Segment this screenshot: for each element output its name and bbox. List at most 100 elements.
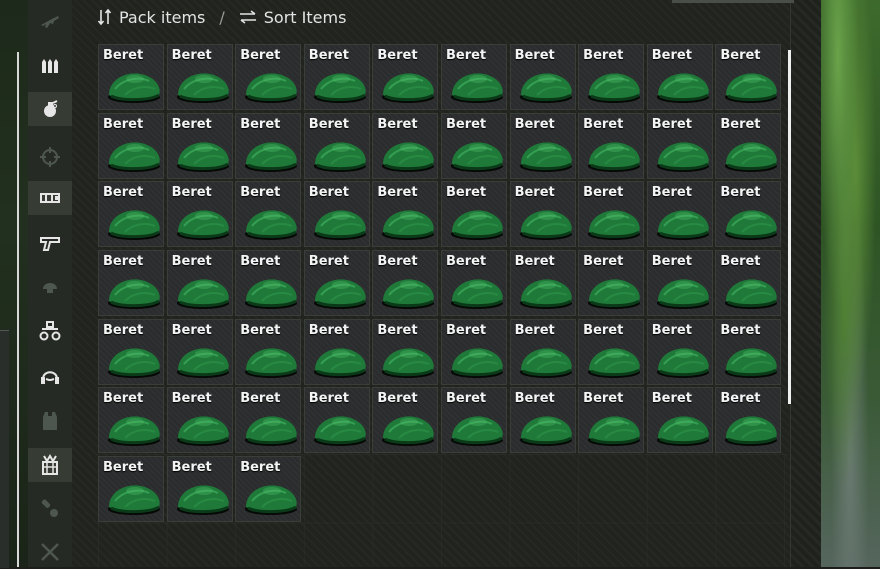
inventory-item-slot[interactable]: Beret (98, 318, 164, 385)
inventory-item-slot[interactable]: Beret (715, 318, 782, 385)
scrollbar[interactable] (788, 50, 791, 404)
item-name-label: Beret (377, 48, 418, 63)
category-scope-button[interactable] (28, 140, 72, 174)
item-name-label: Beret (514, 254, 555, 270)
inventory-item-slot[interactable]: Beret (166, 181, 233, 248)
inventory-item-slot[interactable]: Beret (646, 181, 713, 248)
category-vest-button[interactable] (28, 404, 72, 438)
inventory-item-slot[interactable]: Beret (303, 112, 370, 179)
category-ammo-button[interactable] (28, 48, 72, 82)
inventory-item-slot[interactable]: Beret (303, 44, 370, 110)
inventory-item-slot[interactable]: Beret (372, 44, 439, 110)
inventory-item-slot[interactable]: Beret (372, 181, 439, 248)
inventory-item-slot[interactable]: Beret (235, 44, 302, 110)
category-medical-button[interactable] (28, 492, 72, 526)
item-name-label: Beret (651, 185, 692, 201)
inventory-item-slot[interactable]: Beret (235, 181, 302, 248)
inventory-item-slot[interactable]: Beret (578, 44, 645, 110)
item-name-label: Beret (103, 185, 144, 201)
inventory-item-slot[interactable]: Beret (646, 318, 713, 385)
sort-items-button[interactable]: Sort Items (239, 8, 346, 27)
item-name-label: Beret (308, 48, 349, 63)
inventory-item-slot[interactable]: Beret (440, 387, 507, 454)
category-pistol-button[interactable] (28, 226, 72, 260)
category-backpack-button[interactable] (28, 448, 72, 482)
inventory-item-slot[interactable]: Beret (372, 250, 439, 317)
category-tools-button[interactable] (28, 535, 72, 569)
inventory-item-slot[interactable]: Beret (303, 318, 370, 385)
inventory-item-slot[interactable]: Beret (303, 387, 370, 454)
inventory-item-slot[interactable]: Beret (98, 456, 164, 523)
inventory-item-slot[interactable]: Beret (235, 318, 302, 385)
inventory-item-slot[interactable]: Beret (509, 44, 576, 110)
inventory-item-slot[interactable]: Beret (98, 181, 164, 248)
inventory-item-slot[interactable]: Beret (440, 44, 507, 110)
inventory-item-slot[interactable]: Beret (646, 112, 713, 179)
pack-items-button[interactable]: Pack items (98, 8, 205, 27)
inventory-item-slot[interactable]: Beret (715, 250, 782, 317)
item-name-label: Beret (720, 322, 761, 338)
inventory-item-slot[interactable]: Beret (235, 387, 302, 454)
inventory-item-slot[interactable]: Beret (509, 112, 576, 179)
inventory-item-slot[interactable]: Beret (509, 250, 576, 317)
inventory-item-slot[interactable]: Beret (578, 181, 645, 248)
inventory-item-slot[interactable]: Beret (646, 250, 713, 317)
category-night-vision-button[interactable] (28, 314, 72, 348)
item-name-label: Beret (240, 322, 281, 338)
inventory-item-slot[interactable]: Beret (646, 387, 713, 454)
inventory-item-slot[interactable]: Beret (303, 250, 370, 317)
inventory-item-slot[interactable]: Beret (440, 318, 507, 385)
inventory-item-slot[interactable]: Beret (166, 250, 233, 317)
inventory-item-slot[interactable]: Beret (166, 44, 233, 110)
item-name-label: Beret (720, 391, 761, 407)
inventory-item-slot[interactable]: Beret (98, 387, 164, 454)
inventory-item-slot[interactable]: Beret (715, 112, 782, 179)
inventory-item-slot[interactable]: Beret (98, 112, 164, 179)
item-name-label: Beret (377, 254, 418, 270)
inventory-item-slot[interactable]: Beret (166, 387, 233, 454)
inventory-item-slot[interactable]: Beret (440, 181, 507, 248)
inventory-item-slot[interactable]: Beret (372, 318, 439, 385)
inventory-item-slot[interactable]: Beret (303, 181, 370, 248)
inventory-item-slot[interactable]: Beret (166, 112, 233, 179)
inventory-item-slot[interactable]: Beret (509, 387, 576, 454)
inventory-item-slot[interactable]: Beret (578, 318, 645, 385)
helmet-icon (38, 273, 62, 297)
item-name-label: Beret (445, 322, 487, 338)
inventory-item-slot[interactable]: Beret (166, 318, 233, 385)
inventory-item-slot[interactable]: Beret (578, 112, 645, 179)
item-name-label: Beret (308, 254, 349, 270)
category-magazine-button[interactable] (28, 181, 72, 215)
inventory-item-slot[interactable]: Beret (235, 250, 302, 317)
inventory-item-slot[interactable]: Beret (578, 387, 645, 454)
category-headset-button[interactable] (28, 360, 72, 394)
category-rifle-button[interactable] (28, 5, 72, 39)
inventory-item-slot[interactable]: Beret (509, 181, 576, 248)
inventory-item-slot[interactable]: Beret (715, 181, 782, 248)
inventory-item-slot[interactable]: Beret (509, 318, 576, 385)
inventory-item-slot[interactable]: Beret (715, 44, 782, 110)
inventory-item-slot[interactable]: Beret (372, 112, 439, 179)
inventory-item-slot[interactable]: Beret (98, 44, 164, 110)
category-grenade-button[interactable] (28, 92, 72, 126)
inventory-item-slot[interactable]: Beret (235, 112, 302, 179)
item-name-label: Beret (514, 185, 555, 201)
item-name-label: Beret (651, 48, 692, 63)
tools-icon (38, 540, 62, 564)
inventory-item-slot[interactable]: Beret (98, 250, 164, 317)
item-name-label: Beret (720, 116, 761, 132)
item-name-label: Beret (514, 116, 555, 132)
ammo-icon (38, 53, 62, 77)
inventory-item-slot[interactable]: Beret (715, 387, 782, 454)
inventory-item-slot[interactable]: Beret (440, 112, 507, 179)
item-name-label: Beret (240, 254, 281, 270)
category-sidebar (28, 0, 72, 567)
sort-icon (239, 10, 256, 24)
inventory-item-slot[interactable]: Beret (440, 250, 507, 317)
inventory-item-slot[interactable]: Beret (372, 387, 439, 454)
category-helmet-button[interactable] (28, 268, 72, 302)
inventory-item-slot[interactable]: Beret (578, 250, 645, 317)
inventory-item-slot[interactable]: Beret (166, 456, 233, 523)
inventory-item-slot[interactable]: Beret (235, 456, 302, 523)
inventory-item-slot[interactable]: Beret (646, 44, 713, 110)
